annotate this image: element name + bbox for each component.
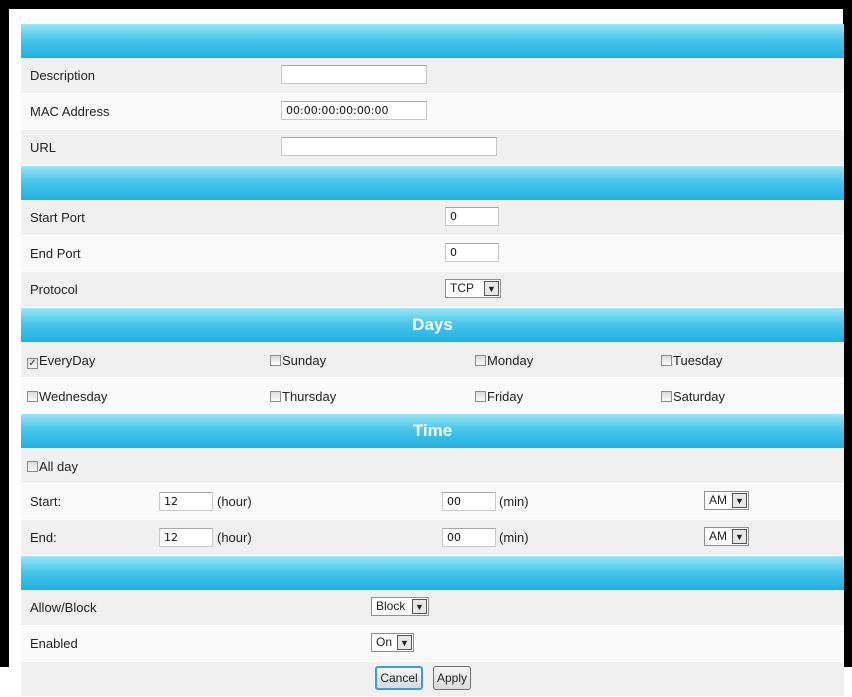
day-label: EveryDay [39, 353, 96, 368]
start-ampm-select[interactable]: AM ▼ [704, 491, 749, 510]
allow-block-label: Allow/Block [30, 600, 97, 615]
chevron-down-icon: ▼ [484, 281, 499, 296]
start-hour-input[interactable]: 12 [159, 492, 213, 511]
day-label: Thursday [282, 389, 337, 404]
buttons-row: Cancel Apply [21, 662, 844, 697]
all-day-label: All day [39, 459, 79, 474]
days-row-2: Wednesday Thursday Friday Saturday [21, 378, 844, 414]
allow-block-select[interactable]: Block ▼ [371, 597, 429, 616]
enabled-label: Enabled [30, 636, 78, 651]
min-unit-label: (min) [499, 530, 529, 545]
parental-control-form: Description MAC Address 00:00:00:00:00:0… [21, 24, 844, 697]
section-header-address [21, 24, 844, 58]
section-header-time: Time [21, 414, 844, 448]
mac-address-input[interactable]: 00:00:00:00:00:00 [281, 101, 427, 120]
end-port-input[interactable]: 0 [445, 243, 499, 262]
all-day-checkbox[interactable]: All day [27, 459, 78, 474]
protocol-label: Protocol [30, 282, 78, 297]
hour-unit-label: (hour) [217, 530, 252, 545]
day-label: Sunday [282, 353, 327, 368]
chevron-down-icon: ▼ [732, 493, 747, 508]
end-ampm-select[interactable]: AM ▼ [704, 527, 749, 546]
day-label: Saturday [673, 389, 726, 404]
start-port-input[interactable]: 0 [445, 207, 499, 226]
enabled-select[interactable]: On ▼ [371, 633, 414, 652]
day-checkbox-tuesday[interactable]: Tuesday [661, 353, 722, 368]
start-min-input[interactable]: 00 [442, 492, 496, 511]
url-input[interactable] [281, 137, 497, 156]
chevron-down-icon: ▼ [412, 599, 427, 614]
hour-unit-label: (hour) [217, 494, 252, 509]
day-checkbox-saturday[interactable]: Saturday [661, 389, 725, 404]
min-unit-label: (min) [499, 494, 529, 509]
url-row: URL [21, 130, 844, 166]
checkbox-box[interactable] [475, 391, 486, 402]
day-label: Tuesday [673, 353, 723, 368]
day-checkbox-everyday[interactable]: ✓ EveryDay [27, 353, 95, 369]
day-checkbox-thursday[interactable]: Thursday [270, 389, 336, 404]
chevron-down-icon: ▼ [732, 529, 747, 544]
end-ampm-value: AM [709, 529, 727, 543]
page-frame: Description MAC Address 00:00:00:00:00:0… [0, 0, 852, 697]
checkbox-box[interactable]: ✓ [27, 358, 38, 369]
protocol-select-value: TCP [450, 281, 474, 295]
allow-block-value: Block [376, 599, 406, 613]
start-port-label: Start Port [30, 210, 85, 225]
checkbox-box[interactable] [270, 391, 281, 402]
end-port-row: End Port 0 [21, 236, 844, 272]
checkbox-box[interactable] [661, 391, 672, 402]
start-port-row: Start Port 0 [21, 200, 844, 236]
checkbox-box[interactable] [270, 355, 281, 366]
allow-block-row: Allow/Block Block ▼ [21, 590, 844, 626]
mac-address-row: MAC Address 00:00:00:00:00:00 [21, 94, 844, 130]
apply-button[interactable]: Apply [433, 666, 471, 690]
end-time-label: End: [30, 530, 57, 545]
days-row-1: ✓ EveryDay Sunday Monday Tuesday [21, 342, 844, 378]
day-label: Friday [487, 389, 524, 404]
section-header-ports [21, 166, 844, 200]
day-label: Wednesday [39, 389, 108, 404]
start-time-row: Start: 12 (hour) 00 (min) AM ▼ [21, 484, 844, 520]
cancel-button[interactable]: Cancel [375, 666, 423, 690]
protocol-row: Protocol TCP ▼ [21, 272, 844, 308]
protocol-select[interactable]: TCP ▼ [445, 279, 501, 298]
day-checkbox-wednesday[interactable]: Wednesday [27, 389, 107, 404]
enabled-row: Enabled On ▼ [21, 626, 844, 662]
day-checkbox-friday[interactable]: Friday [475, 389, 523, 404]
url-label: URL [30, 140, 57, 155]
description-row: Description [21, 58, 844, 94]
section-header-days: Days [21, 308, 844, 342]
end-hour-input[interactable]: 12 [159, 528, 213, 547]
end-time-row: End: 12 (hour) 00 (min) AM ▼ [21, 520, 844, 556]
day-label: Monday [487, 353, 534, 368]
day-checkbox-monday[interactable]: Monday [475, 353, 533, 368]
end-port-label: End Port [30, 246, 81, 261]
checkbox-box[interactable] [27, 391, 38, 402]
description-input[interactable] [281, 65, 427, 84]
start-time-label: Start: [30, 494, 62, 509]
chevron-down-icon: ▼ [397, 635, 412, 650]
end-min-input[interactable]: 00 [442, 528, 496, 547]
description-label: Description [30, 68, 96, 83]
start-ampm-value: AM [709, 493, 727, 507]
mac-address-label: MAC Address [30, 104, 110, 119]
checkbox-box[interactable] [475, 355, 486, 366]
checkbox-box[interactable] [27, 461, 38, 472]
day-checkbox-sunday[interactable]: Sunday [270, 353, 326, 368]
section-header-rule [21, 556, 844, 590]
all-day-row: All day [21, 448, 844, 484]
enabled-value: On [376, 635, 393, 649]
checkbox-box[interactable] [661, 355, 672, 366]
